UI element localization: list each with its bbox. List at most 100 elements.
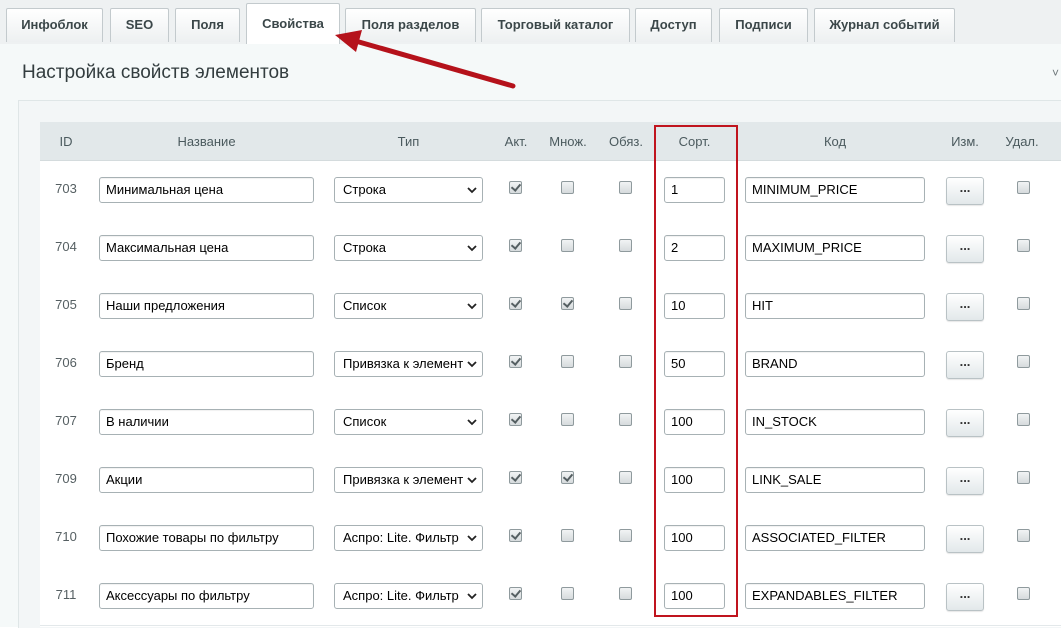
active-checkbox[interactable] <box>509 587 522 600</box>
table-row: 707 В наличии Список 100 IN_STOCK... <box>40 393 1061 452</box>
header-code: Код <box>823 134 847 149</box>
property-type-value: Аспро: Lite. Фильтр <box>343 530 459 545</box>
property-code-input[interactable]: MAXIMUM_PRICE <box>745 235 925 261</box>
tab-trade-catalog[interactable]: Торговый каталог <box>481 8 630 42</box>
edit-button[interactable]: ... <box>946 409 984 437</box>
property-id: 703 <box>55 181 77 196</box>
property-type-select[interactable]: Строка <box>334 235 483 261</box>
required-checkbox[interactable] <box>619 239 632 252</box>
multiple-checkbox[interactable] <box>561 471 574 484</box>
header-required: Обяз. <box>609 134 643 149</box>
active-checkbox[interactable] <box>509 529 522 542</box>
delete-checkbox[interactable] <box>1017 529 1030 542</box>
tab-fields[interactable]: Поля <box>175 8 240 42</box>
property-type-value: Привязка к элемент <box>343 356 463 371</box>
active-checkbox[interactable] <box>509 471 522 484</box>
edit-button[interactable]: ... <box>946 351 984 379</box>
chevron-down-icon <box>466 410 478 434</box>
property-code-input[interactable]: MINIMUM_PRICE <box>745 177 925 203</box>
active-checkbox[interactable] <box>509 297 522 310</box>
active-checkbox[interactable] <box>509 181 522 194</box>
property-type-value: Аспро: Lite. Фильтр <box>343 588 459 603</box>
property-type-select[interactable]: Список <box>334 293 483 319</box>
property-name-input[interactable]: Максимальная цена <box>99 235 314 261</box>
property-name-input[interactable]: Аксессуары по фильтру <box>99 583 314 609</box>
property-code-input[interactable]: EXPANDABLES_FILTER <box>745 583 925 609</box>
edit-button[interactable]: ... <box>946 177 984 205</box>
collapse-icon[interactable]: ˅ <box>1052 66 1059 80</box>
property-name-input[interactable]: Наши предложения <box>99 293 314 319</box>
multiple-checkbox[interactable] <box>561 297 574 310</box>
edit-button[interactable]: ... <box>946 235 984 263</box>
chevron-down-icon <box>466 294 478 318</box>
tab-captions[interactable]: Подписи <box>719 8 808 42</box>
tab-event-log[interactable]: Журнал событий <box>814 8 955 42</box>
property-name-input[interactable]: Бренд <box>99 351 314 377</box>
sort-column-highlight <box>654 125 738 617</box>
required-checkbox[interactable] <box>619 355 632 368</box>
property-id: 711 <box>55 587 77 602</box>
active-checkbox[interactable] <box>509 413 522 426</box>
required-checkbox[interactable] <box>619 413 632 426</box>
chevron-down-icon <box>466 352 478 376</box>
tab-section-fields[interactable]: Поля разделов <box>345 8 476 42</box>
active-checkbox[interactable] <box>509 355 522 368</box>
property-code-input[interactable]: ASSOCIATED_FILTER <box>745 525 925 551</box>
multiple-checkbox[interactable] <box>561 239 574 252</box>
tab-access[interactable]: Доступ <box>635 8 712 42</box>
required-checkbox[interactable] <box>619 529 632 542</box>
edit-button[interactable]: ... <box>946 293 984 321</box>
multiple-checkbox[interactable] <box>561 587 574 600</box>
property-type-value: Строка <box>343 240 387 255</box>
multiple-checkbox[interactable] <box>561 355 574 368</box>
property-code-input[interactable]: IN_STOCK <box>745 409 925 435</box>
property-code-input[interactable]: BRAND <box>745 351 925 377</box>
property-type-select[interactable]: Аспро: Lite. Фильтр <box>334 525 483 551</box>
property-type-select[interactable]: Список <box>334 409 483 435</box>
delete-checkbox[interactable] <box>1017 587 1030 600</box>
multiple-checkbox[interactable] <box>561 529 574 542</box>
delete-checkbox[interactable] <box>1017 297 1030 310</box>
tab-seo[interactable]: SEO <box>110 8 169 42</box>
multiple-checkbox[interactable] <box>561 413 574 426</box>
required-checkbox[interactable] <box>619 471 632 484</box>
property-type-value: Список <box>343 298 387 313</box>
property-type-select[interactable]: Привязка к элемент <box>334 351 483 377</box>
property-type-select[interactable]: Строка <box>334 177 483 203</box>
required-checkbox[interactable] <box>619 181 632 194</box>
tab-bar: Инфоблок SEO Поля Свойства Поля разделов… <box>0 0 1061 45</box>
property-type-value: Список <box>343 414 387 429</box>
tab-infoblock[interactable]: Инфоблок <box>6 8 103 42</box>
table-row: 709 Акции Привязка к элемент 100 LINK_SALE..… <box>40 451 1061 510</box>
property-code-input[interactable]: HIT <box>745 293 925 319</box>
active-checkbox[interactable] <box>509 239 522 252</box>
property-type-select[interactable]: Привязка к элемент <box>334 467 483 493</box>
delete-checkbox[interactable] <box>1017 413 1030 426</box>
header-type: Тип <box>397 134 420 149</box>
multiple-checkbox[interactable] <box>561 181 574 194</box>
edit-button[interactable]: ... <box>946 467 984 495</box>
required-checkbox[interactable] <box>619 297 632 310</box>
delete-checkbox[interactable] <box>1017 471 1030 484</box>
delete-checkbox[interactable] <box>1017 355 1030 368</box>
edit-button[interactable]: ... <box>946 583 984 611</box>
property-name-input[interactable]: В наличии <box>99 409 314 435</box>
header-active: Акт. <box>504 134 528 149</box>
delete-checkbox[interactable] <box>1017 239 1030 252</box>
property-name-input[interactable]: Минимальная цена <box>99 177 314 203</box>
chevron-down-icon <box>466 178 478 202</box>
chevron-down-icon <box>466 468 478 492</box>
property-code-input[interactable]: LINK_SALE <box>745 467 925 493</box>
property-type-select[interactable]: Аспро: Lite. Фильтр <box>334 583 483 609</box>
edit-button[interactable]: ... <box>946 525 984 553</box>
table-row: 711 Аксессуары по фильтру Аспро: Lite. Фил… <box>40 567 1061 626</box>
header-multiple: Множ. <box>549 134 587 149</box>
tab-properties[interactable]: Свойства <box>246 3 340 45</box>
delete-checkbox[interactable] <box>1017 181 1030 194</box>
property-id: 704 <box>55 239 77 254</box>
property-name-input[interactable]: Акции <box>99 467 314 493</box>
table-row: 710 Похожие товары по фильтру Аспро: Lite.… <box>40 509 1061 568</box>
property-name-input[interactable]: Похожие товары по фильтру <box>99 525 314 551</box>
property-type-value: Привязка к элемент <box>343 472 463 487</box>
required-checkbox[interactable] <box>619 587 632 600</box>
